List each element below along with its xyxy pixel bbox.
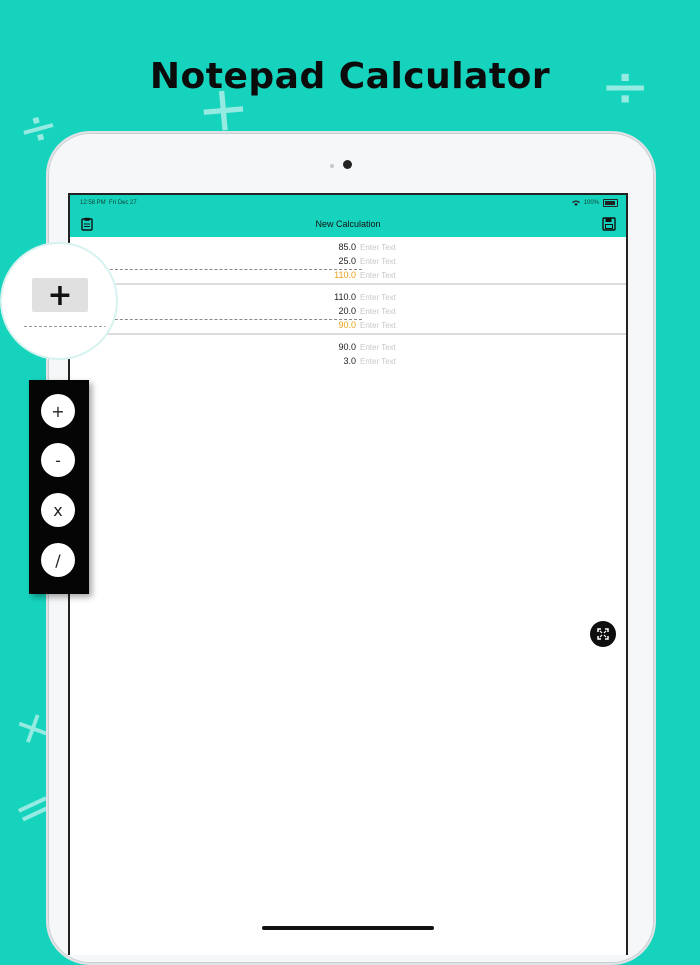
row-value[interactable]: 25.0	[338, 256, 356, 266]
add-button[interactable]: +	[41, 394, 75, 428]
list-item[interactable]: 110.0 Enter Text	[70, 291, 626, 305]
group-divider	[70, 333, 626, 338]
row-value[interactable]: 3.0	[343, 356, 356, 366]
operator-toolbar: + - x /	[29, 380, 89, 594]
group-divider	[70, 283, 626, 288]
list-item[interactable]: 110.0 Enter Text	[70, 269, 626, 283]
row-text-input[interactable]: Enter Text	[360, 271, 396, 280]
row-result: 90.0	[338, 320, 356, 330]
sensor-dot	[330, 164, 334, 168]
subtract-button[interactable]: -	[41, 443, 75, 477]
battery-icon	[603, 199, 618, 207]
home-indicator	[262, 926, 434, 930]
app-screen: 12:58 PM Fri Dec 27 100% New Calculation…	[68, 193, 628, 955]
row-text-input[interactable]: Enter Text	[360, 307, 396, 316]
multiply-button[interactable]: x	[41, 493, 75, 527]
nav-title: New Calculation	[315, 219, 381, 229]
divide-button[interactable]: /	[41, 543, 75, 577]
list-item[interactable]: 90.0 Enter Text	[70, 341, 626, 355]
wifi-icon	[571, 200, 580, 206]
row-value[interactable]: 85.0	[338, 242, 356, 252]
nav-bar: New Calculation	[70, 215, 626, 237]
row-text-input[interactable]: Enter Text	[360, 357, 396, 366]
status-date-text: Fri Dec 27	[109, 200, 137, 206]
battery-percent: 100%	[583, 200, 599, 206]
expand-icon	[597, 628, 609, 640]
row-text-input[interactable]: Enter Text	[360, 321, 396, 330]
page-headline: Notepad Calculator	[149, 56, 551, 97]
camera-icon	[343, 160, 352, 169]
status-right: 100%	[571, 199, 618, 207]
save-icon[interactable]	[602, 217, 616, 231]
row-value[interactable]: 20.0	[338, 306, 356, 316]
row-value[interactable]: 110.0	[334, 292, 356, 302]
list-item[interactable]: 90.0 Enter Text	[70, 319, 626, 333]
clipboard-icon[interactable]	[80, 217, 94, 231]
row-text-input[interactable]: Enter Text	[360, 257, 396, 266]
row-text-input[interactable]: Enter Text	[360, 343, 396, 352]
status-time: 12:58 PM Fri Dec 27	[80, 200, 137, 206]
magnified-plus-key: +	[32, 278, 88, 313]
row-text-input[interactable]: Enter Text	[360, 293, 396, 302]
calculation-list: 85.0 Enter Text 25.0 Enter Text 110.0 En…	[70, 237, 626, 369]
status-bar: 12:58 PM Fri Dec 27 100%	[70, 195, 626, 215]
row-value[interactable]: 90.0	[338, 342, 356, 352]
row-text-input[interactable]: Enter Text	[360, 243, 396, 252]
magnified-divider	[24, 326, 112, 327]
list-item[interactable]: 20.0 Enter Text	[70, 305, 626, 319]
expand-button[interactable]	[590, 621, 616, 647]
magnifier-callout: +	[2, 244, 116, 358]
row-result: 110.0	[334, 270, 356, 280]
status-time-text: 12:58 PM	[80, 200, 106, 206]
list-item[interactable]: 3.0 Enter Text	[70, 355, 626, 369]
list-item[interactable]: 85.0 Enter Text	[70, 241, 626, 255]
list-item[interactable]: 25.0 Enter Text	[70, 255, 626, 269]
